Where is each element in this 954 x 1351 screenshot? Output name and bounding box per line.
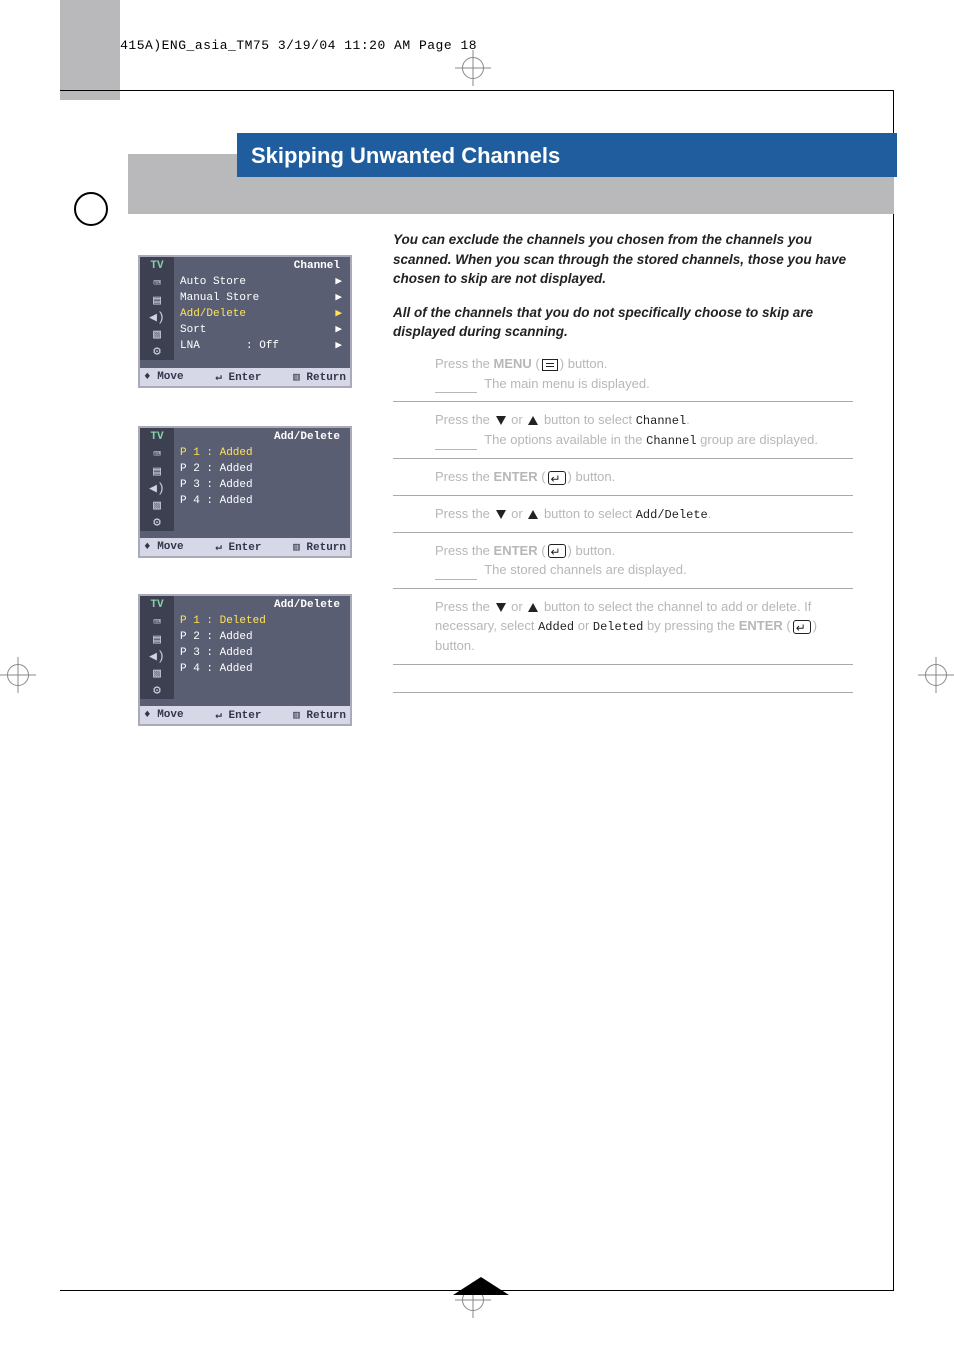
- down-icon: [496, 603, 506, 612]
- enter-btn-icon: [793, 620, 811, 634]
- osd-channel-menu: TV Channel ⌨ ▤ ◀) ▧ ⚙ Auto Store▶ Manual…: [138, 255, 352, 388]
- sound-icon: ◀): [140, 648, 174, 665]
- settings-icon: ⚙: [140, 343, 174, 360]
- up-icon: [528, 510, 538, 519]
- channel-row: P 3 : Added: [174, 646, 350, 662]
- intro-p1: You can exclude the channels you chosen …: [393, 230, 853, 289]
- result-label: [435, 566, 477, 580]
- step-4: Press the or button to select Add/Delete…: [393, 496, 853, 533]
- input-icon: ⌨: [140, 446, 174, 463]
- osd-sidebar: ⌨ ▤ ◀) ▧ ⚙: [140, 275, 174, 360]
- osd-heading: Add/Delete: [174, 596, 350, 614]
- menu-btn-icon: [542, 359, 558, 371]
- osd-sidebar: ⌨ ▤ ◀) ▧ ⚙: [140, 446, 174, 531]
- step-6: Press the or button to select the channe…: [393, 589, 853, 665]
- result-label: [435, 379, 477, 393]
- input-icon: ⌨: [140, 275, 174, 292]
- osd-tv-tab: TV: [140, 428, 174, 446]
- channel-row: P 4 : Added: [174, 662, 350, 678]
- step-2: Press the or button to select Channel. T…: [393, 402, 853, 459]
- osd-add-delete-deleted: TV Add/Delete ⌨ ▤ ◀) ▧ ⚙ P 1 : Deleted P…: [138, 594, 352, 726]
- channel-row-selected: P 1 : Deleted: [174, 614, 350, 630]
- enter-btn-icon: [548, 471, 566, 485]
- step-divider: [393, 665, 853, 693]
- menu-item: Sort▶: [174, 323, 350, 339]
- picture-icon: ▧: [140, 665, 174, 682]
- picture-icon: ▧: [140, 326, 174, 343]
- step-1: Press the MENU () button. The main menu …: [393, 346, 853, 402]
- channel-row-selected: P 1 : Added: [174, 446, 350, 462]
- step-3: Press the ENTER () button.: [393, 459, 853, 496]
- step-5: Press the ENTER () button. The stored ch…: [393, 533, 853, 589]
- osd-heading: Channel: [174, 257, 350, 275]
- osd-footer: ♦ Move ↵ Enter ▥ Return: [140, 368, 350, 386]
- settings-icon: ⚙: [140, 514, 174, 531]
- channel-row: P 3 : Added: [174, 478, 350, 494]
- channel-row: P 2 : Added: [174, 630, 350, 646]
- down-icon: [496, 416, 506, 425]
- osd-add-delete-menu: TV Add/Delete ⌨ ▤ ◀) ▧ ⚙ P 1 : Added P 2…: [138, 426, 352, 558]
- osd-tv-tab: TV: [140, 257, 174, 275]
- menu-item-selected: Add/Delete▶: [174, 307, 350, 323]
- page-title: Skipping Unwanted Channels: [237, 133, 897, 177]
- up-icon: [528, 416, 538, 425]
- input-icon: ⌨: [140, 614, 174, 631]
- section-circle-icon: [74, 192, 108, 226]
- osd-footer: ♦ Move ↵ Enter ▥ Return: [140, 538, 350, 556]
- osd-heading: Add/Delete: [174, 428, 350, 446]
- menu-icon: ▤: [140, 292, 174, 309]
- sound-icon: ◀): [140, 480, 174, 497]
- menu-icon: ▤: [140, 463, 174, 480]
- osd-footer: ♦ Move ↵ Enter ▥ Return: [140, 706, 350, 724]
- up-icon: [528, 603, 538, 612]
- page-up-triangle-icon: [453, 1277, 509, 1295]
- intro-text: You can exclude the channels you chosen …: [393, 230, 853, 342]
- menu-item: Manual Store▶: [174, 291, 350, 307]
- menu-item: Auto Store▶: [174, 275, 350, 291]
- crop-mark-top: [455, 50, 491, 86]
- osd-sidebar: ⌨ ▤ ◀) ▧ ⚙: [140, 614, 174, 699]
- instruction-steps: Press the MENU () button. The main menu …: [393, 346, 853, 693]
- settings-icon: ⚙: [140, 682, 174, 699]
- menu-item: LNA : Off▶: [174, 339, 350, 355]
- crop-mark-left: [0, 657, 36, 693]
- result-label: [435, 436, 477, 450]
- down-icon: [496, 510, 506, 519]
- intro-p2: All of the channels that you do not spec…: [393, 303, 853, 342]
- crop-mark-right: [918, 657, 954, 693]
- side-grey-bar: [60, 0, 120, 100]
- channel-row: P 4 : Added: [174, 494, 350, 510]
- osd-tv-tab: TV: [140, 596, 174, 614]
- menu-icon: ▤: [140, 631, 174, 648]
- channel-row: P 2 : Added: [174, 462, 350, 478]
- enter-btn-icon: [548, 544, 566, 558]
- sound-icon: ◀): [140, 309, 174, 326]
- picture-icon: ▧: [140, 497, 174, 514]
- doc-header: KS7A(03415A)ENG_asia_TM75 3/19/04 11:20 …: [62, 38, 477, 53]
